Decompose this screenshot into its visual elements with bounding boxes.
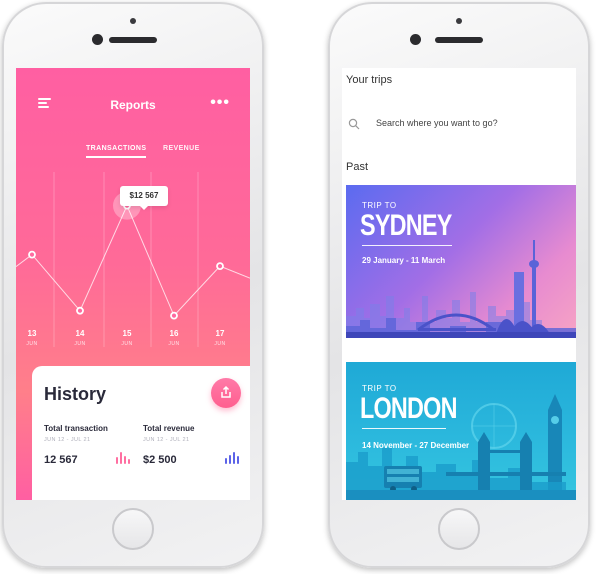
reports-screen: Reports ••• TRANSACTIONS REVENUE $12 567…: [16, 68, 250, 500]
data-point[interactable]: [76, 306, 84, 315]
x-tick-16: 16 JUN: [159, 329, 189, 347]
trip-underline: [362, 245, 452, 246]
x-tick-month: JUN: [214, 341, 226, 347]
share-icon: [221, 385, 231, 398]
x-tick-14: 14 JUN: [65, 329, 95, 347]
trips-screen: Your trips Search where you want to go? …: [342, 68, 576, 500]
data-point[interactable]: [170, 311, 178, 320]
past-label: Past: [346, 161, 369, 173]
x-tick-day: 13: [27, 329, 37, 338]
bar-chart-icon: [225, 452, 241, 464]
more-dots-icon[interactable]: •••: [210, 95, 230, 111]
home-button[interactable]: [112, 508, 154, 550]
section-title: Your trips: [346, 74, 393, 86]
sensor-dot: [130, 18, 136, 24]
x-tick-day: 15: [122, 329, 132, 338]
x-tick-month: JUN: [26, 341, 38, 347]
trip-dates: 14 November - 27 December: [362, 441, 470, 450]
trip-city: SYDNEY: [360, 209, 452, 242]
trip-dates: 29 January - 11 March: [362, 256, 446, 265]
value-tooltip: $12 567: [120, 186, 168, 210]
x-tick-day: 16: [169, 329, 179, 338]
sensor-dot: [456, 18, 462, 24]
x-tick-day: 14: [75, 329, 85, 338]
total-revenue-label: Total revenue: [143, 424, 195, 433]
trip-city: LONDON: [360, 392, 458, 425]
tab-revenue[interactable]: REVENUE: [163, 145, 200, 152]
x-tick-day: 17: [215, 329, 225, 338]
data-point[interactable]: [28, 250, 36, 259]
tab-transactions[interactable]: TRANSACTIONS: [86, 145, 147, 158]
total-transaction-value: 12 567: [44, 454, 78, 466]
trip-underline: [362, 428, 446, 429]
phone-frame-left: Reports ••• TRANSACTIONS REVENUE $12 567…: [2, 2, 264, 568]
history-title: History: [44, 384, 107, 404]
x-tick-13: 13 JUN: [17, 329, 47, 347]
search-icon: [348, 118, 360, 130]
camera-icon: [92, 34, 103, 45]
x-tick-month: JUN: [74, 341, 86, 347]
trip-card-sydney[interactable]: TRIP TO SYDNEY 29 January - 11 March: [346, 185, 576, 338]
home-button[interactable]: [438, 508, 480, 550]
total-transaction-period: JUN 12 - JUL 21: [44, 437, 91, 443]
search-input[interactable]: Search where you want to go?: [376, 118, 498, 128]
speaker-grille: [435, 37, 483, 43]
bar-chart-icon: [116, 452, 132, 464]
data-point[interactable]: [216, 262, 224, 271]
total-revenue-value: $2 500: [143, 454, 177, 466]
share-button[interactable]: [211, 378, 241, 408]
series-line: [16, 204, 250, 317]
x-tick-month: JUN: [121, 341, 133, 347]
speaker-grille: [109, 37, 157, 43]
total-revenue-period: JUN 12 - JUL 21: [143, 437, 190, 443]
phone-frame-right: Your trips Search where you want to go? …: [328, 2, 590, 568]
history-card: History Total transaction JUN 12 - JUL 2…: [32, 366, 250, 500]
trip-card-london[interactable]: TRIP TO LONDON 14 November - 27 December: [346, 362, 576, 500]
total-transaction-label: Total transaction: [44, 424, 108, 433]
x-tick-15: 15 JUN: [112, 329, 142, 347]
camera-icon: [410, 34, 421, 45]
x-tick-month: JUN: [168, 341, 180, 347]
sydney-skyline-illustration: [346, 240, 576, 338]
x-tick-17: 17 JUN: [205, 329, 235, 347]
